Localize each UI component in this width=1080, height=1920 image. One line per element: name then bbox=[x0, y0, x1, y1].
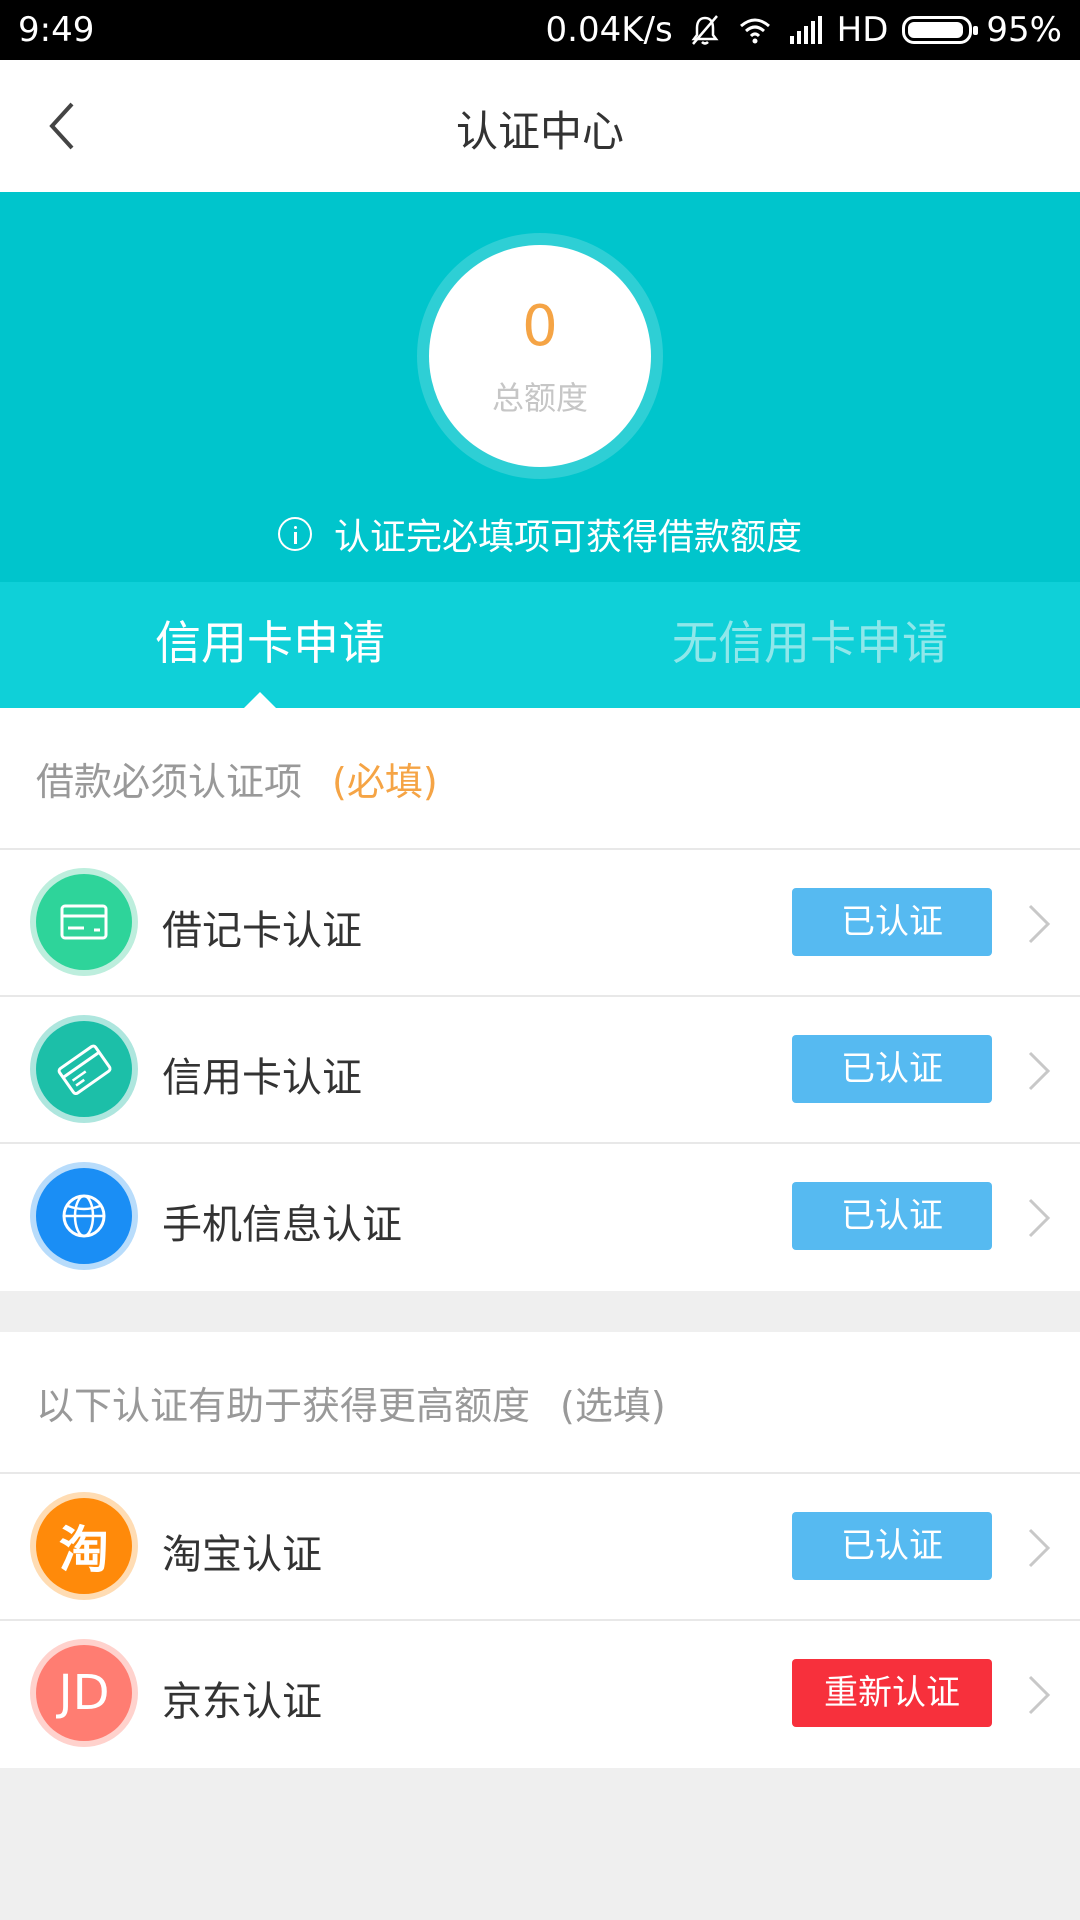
required-section: 借款必须认证项 (必填) 借记卡认证 已认证 信用卡认证 已认证 手机信息认证 … bbox=[0, 708, 1080, 1291]
list-item-debit-card[interactable]: 借记卡认证 已认证 bbox=[0, 850, 1080, 997]
status-bar: 9:49 0.04K/s HD 95% bbox=[0, 0, 1080, 60]
chevron-right-icon bbox=[1028, 1198, 1051, 1238]
chevron-right-icon bbox=[1028, 1528, 1051, 1568]
tab-credit-card-apply[interactable]: 信用卡申请 bbox=[0, 582, 540, 708]
verified-badge[interactable]: 已认证 bbox=[792, 888, 992, 956]
mute-bell-icon bbox=[691, 15, 719, 45]
hd-indicator: HD bbox=[836, 10, 889, 50]
required-section-header: 借款必须认证项 (必填) bbox=[0, 708, 1080, 850]
list-item-credit-card[interactable]: 信用卡认证 已认证 bbox=[0, 997, 1080, 1144]
chevron-right-icon bbox=[1028, 904, 1051, 944]
taobao-icon: 淘 bbox=[36, 1498, 132, 1594]
optional-section-header: 以下认证有助于获得更高额度 (选填) bbox=[0, 1332, 1080, 1474]
quota-tip-text: 认证完必填项可获得借款额度 bbox=[333, 517, 802, 558]
quota-label: 总额度 bbox=[491, 379, 588, 417]
info-icon bbox=[277, 517, 312, 551]
credit-card-icon bbox=[36, 1021, 132, 1117]
globe-phone-icon bbox=[36, 1168, 132, 1264]
quota-tip: 认证完必填项可获得借款额度 bbox=[0, 508, 1080, 560]
quota-ring: 0 总额度 bbox=[417, 233, 663, 479]
jd-glyph: JD bbox=[58, 1665, 110, 1721]
quota-panel: 0 总额度 认证完必填项可获得借款额度 bbox=[0, 192, 1080, 582]
taobao-glyph: 淘 bbox=[59, 1521, 109, 1579]
network-speed: 0.04K/s bbox=[545, 10, 673, 50]
optional-tag: (选填) bbox=[560, 1383, 666, 1428]
verified-badge[interactable]: 已认证 bbox=[792, 1035, 992, 1103]
tab-indicator bbox=[244, 692, 276, 708]
list-item-taobao[interactable]: 淘 淘宝认证 已认证 bbox=[0, 1474, 1080, 1621]
tab-no-credit-card-apply[interactable]: 无信用卡申请 bbox=[540, 582, 1080, 708]
quota-circle: 0 总额度 bbox=[429, 245, 651, 467]
debit-card-icon bbox=[36, 874, 132, 970]
page-title: 认证中心 bbox=[455, 107, 624, 156]
quota-value: 0 bbox=[522, 294, 558, 359]
jd-icon: JD bbox=[36, 1645, 132, 1741]
verified-badge[interactable]: 已认证 bbox=[792, 1182, 992, 1250]
list-item-jd[interactable]: JD 京东认证 重新认证 bbox=[0, 1621, 1080, 1768]
item-label: 京东认证 bbox=[162, 1679, 322, 1725]
battery-icon bbox=[902, 16, 979, 44]
wifi-icon bbox=[739, 18, 770, 44]
reverify-button[interactable]: 重新认证 bbox=[792, 1659, 992, 1727]
optional-section-title: 以下认证有助于获得更高额度 bbox=[36, 1383, 531, 1428]
chevron-right-icon bbox=[1028, 1675, 1051, 1715]
status-time: 9:49 bbox=[18, 10, 95, 50]
item-label: 信用卡认证 bbox=[162, 1055, 362, 1101]
list-item-phone-info[interactable]: 手机信息认证 已认证 bbox=[0, 1144, 1080, 1291]
required-section-title: 借款必须认证项 bbox=[36, 759, 303, 804]
item-label: 借记卡认证 bbox=[162, 908, 362, 954]
optional-section: 以下认证有助于获得更高额度 (选填) 淘 淘宝认证 已认证 JD 京东认证 重新… bbox=[0, 1332, 1080, 1768]
battery-level: 95% bbox=[986, 10, 1062, 50]
signal-icon bbox=[789, 16, 822, 44]
chevron-right-icon bbox=[1028, 1051, 1051, 1091]
apply-tabs: 信用卡申请 无信用卡申请 bbox=[0, 582, 1080, 708]
verified-badge[interactable]: 已认证 bbox=[792, 1512, 992, 1580]
required-tag: (必填) bbox=[332, 759, 438, 804]
item-label: 淘宝认证 bbox=[162, 1532, 322, 1578]
status-right: 0.04K/s HD 95% bbox=[532, 10, 1063, 50]
nav-bar: 认证中心 bbox=[0, 60, 1080, 192]
item-label: 手机信息认证 bbox=[162, 1202, 402, 1248]
